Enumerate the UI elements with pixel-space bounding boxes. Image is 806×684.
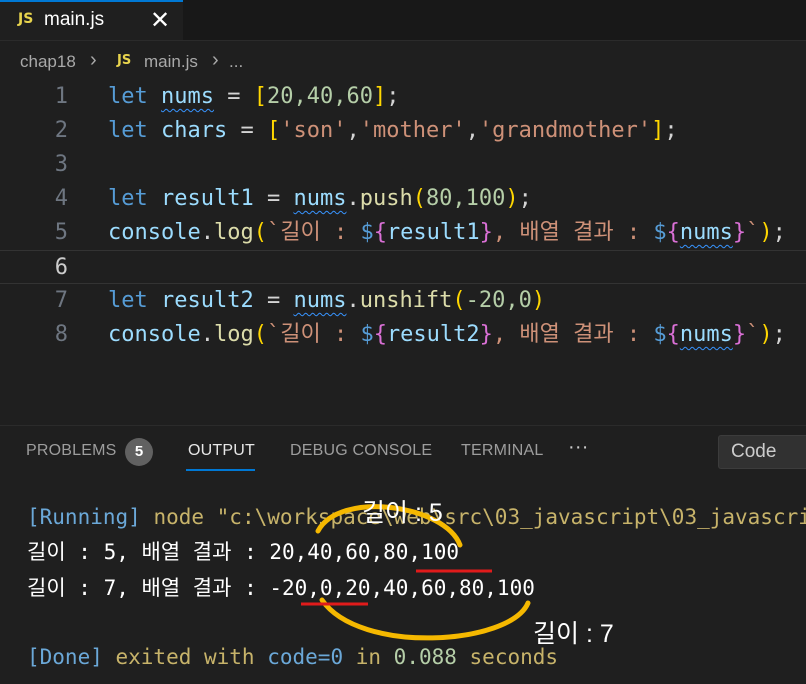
string-literal: 'son'	[280, 118, 347, 143]
template-text: `길이 :	[266, 322, 361, 347]
identifier: nums	[293, 186, 347, 211]
line-code: let chars = ['son','mother','grandmother…	[108, 118, 678, 143]
operator: =	[227, 118, 267, 143]
string-literal: 'mother'	[359, 118, 466, 143]
chevron-right-icon: ›	[90, 49, 97, 71]
code-line[interactable]: 8 console.log(`길이 : ${result2}, 배열 결과 : …	[0, 318, 806, 352]
code-editor[interactable]: 1 let nums = [20,40,60]; 2 let chars = […	[0, 80, 806, 425]
done-tag: [Done]	[27, 645, 103, 669]
output-line-done: [Done] exited with code=0 in 0.088 secon…	[27, 640, 558, 674]
active-tab-indicator	[186, 469, 255, 471]
keyword: let	[108, 84, 148, 109]
breadcrumb-folder[interactable]: chap18	[20, 52, 76, 72]
method: log	[213, 322, 254, 347]
output-line: 길이 : 7, 배열 결과 : -20,0,20,40,60,80,100	[27, 576, 535, 600]
tab-problems[interactable]: PROBLEMS	[26, 442, 117, 460]
line-number: 8	[54, 322, 68, 347]
tab-label: main.js	[44, 9, 105, 30]
tab-debug-console[interactable]: DEBUG CONSOLE	[290, 442, 432, 460]
identifier: nums	[161, 84, 214, 109]
running-command: node "c:\workspace\web\src\03_javascript…	[140, 505, 806, 529]
tab-terminal[interactable]: TERMINAL	[461, 442, 544, 460]
identifier: nums	[679, 220, 733, 245]
done-text: in	[343, 645, 394, 669]
line-number: 4	[54, 186, 68, 211]
identifier: chars	[161, 118, 228, 143]
exit-code: code=0	[267, 645, 344, 669]
problems-count-badge: 5	[125, 438, 153, 466]
line-code: let result2 = nums.unshift(-20,0)	[108, 288, 546, 313]
identifier: result1	[161, 186, 254, 211]
editor-tab-bar: JS main.js ✕	[0, 0, 806, 41]
output-channel-select[interactable]: Code	[718, 435, 806, 469]
identifier: result1	[386, 220, 480, 245]
javascript-file-icon: JS	[18, 11, 34, 27]
line-number: 2	[54, 118, 68, 143]
code-line[interactable]: 5 console.log(`길이 : ${result1}, 배열 결과 : …	[0, 216, 806, 250]
code-line[interactable]: 2 let chars = ['son','mother','grandmoth…	[0, 114, 806, 148]
line-number: 6	[54, 255, 68, 280]
tab-main-js[interactable]: JS main.js ✕	[0, 0, 183, 40]
more-icon[interactable]: ···	[568, 436, 589, 459]
breadcrumb-symbols[interactable]: ...	[229, 52, 243, 72]
method: push	[359, 186, 413, 211]
identifier: nums	[679, 322, 733, 347]
tab-output[interactable]: OUTPUT	[188, 442, 255, 460]
breadcrumb-file[interactable]: main.js	[144, 52, 198, 72]
panel-tabs: PROBLEMS 5 OUTPUT DEBUG CONSOLE TERMINAL…	[0, 426, 806, 476]
line-number: 3	[54, 152, 68, 177]
code-line[interactable]: 1 let nums = [20,40,60];	[0, 80, 806, 114]
identifier: nums	[293, 288, 347, 313]
line-code: let nums = [20,40,60];	[108, 84, 400, 109]
line-number: 5	[54, 220, 68, 245]
breadcrumb: chap18 › JS main.js › ...	[0, 49, 806, 76]
done-text: seconds	[456, 645, 559, 669]
output-channel-label: Code	[731, 441, 777, 462]
identifier: console	[108, 220, 201, 245]
number-literal: -20,0	[465, 288, 532, 313]
template-text: `	[746, 322, 760, 347]
template-text: `	[746, 220, 760, 245]
string-literal: 'grandmother'	[478, 118, 652, 143]
operator: =	[253, 186, 294, 211]
bottom-panel: PROBLEMS 5 OUTPUT DEBUG CONSOLE TERMINAL…	[0, 425, 806, 684]
line-code: console.log(`길이 : ${result1}, 배열 결과 : ${…	[108, 220, 786, 245]
line-number: 7	[54, 288, 68, 313]
keyword: let	[108, 288, 148, 313]
code-line[interactable]: 3	[0, 148, 806, 182]
line-code: console.log(`길이 : ${result2}, 배열 결과 : ${…	[108, 322, 786, 347]
javascript-file-icon: JS	[117, 53, 132, 68]
done-text: exited with	[102, 645, 268, 669]
code-line[interactable]: 7 let result2 = nums.unshift(-20,0)	[0, 284, 806, 318]
method: log	[213, 220, 254, 245]
operator: =	[213, 84, 254, 109]
keyword: let	[108, 118, 148, 143]
active-code-line[interactable]: 6	[0, 250, 806, 284]
line-code: let result1 = nums.push(80,100);	[108, 186, 532, 211]
identifier: console	[108, 322, 201, 347]
number-literal: 80,100	[425, 186, 506, 211]
method: unshift	[359, 288, 453, 313]
operator: =	[253, 288, 294, 313]
elapsed-time: 0.088	[393, 645, 457, 669]
template-text: , 배열 결과 :	[492, 220, 654, 245]
template-text: , 배열 결과 :	[492, 322, 654, 347]
output-line: 길이 : 5, 배열 결과 : 20,40,60,80,100	[27, 540, 459, 564]
line-number: 1	[54, 84, 68, 109]
output-line-running: [Running] node "c:\workspace\web\src\03_…	[27, 500, 806, 534]
template-text: `길이 :	[266, 220, 361, 245]
close-icon[interactable]: ✕	[150, 6, 170, 35]
identifier: result2	[161, 288, 254, 313]
running-tag: [Running]	[27, 505, 141, 529]
number-literal: 20,40,60	[266, 84, 373, 109]
identifier: result2	[386, 322, 480, 347]
code-line[interactable]: 4 let result1 = nums.push(80,100);	[0, 182, 806, 216]
keyword: let	[108, 186, 148, 211]
chevron-right-icon: ›	[212, 49, 219, 71]
